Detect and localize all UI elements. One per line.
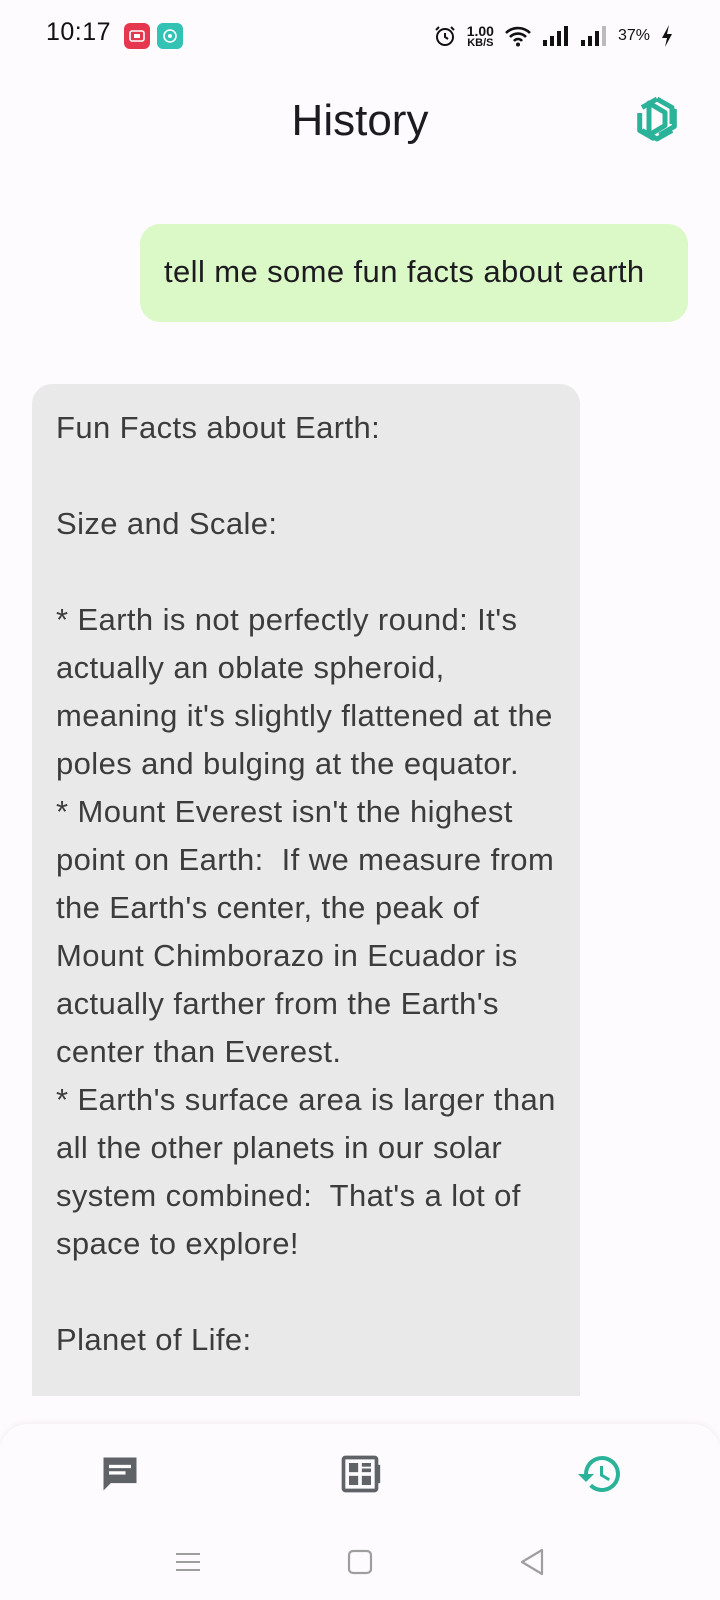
signal-icon-1	[542, 26, 568, 46]
nav-apps-button[interactable]	[330, 1444, 390, 1504]
system-home-button[interactable]	[340, 1544, 380, 1580]
wifi-icon	[505, 26, 531, 47]
alarm-icon	[435, 26, 455, 46]
system-back-button[interactable]	[512, 1544, 552, 1580]
history-icon	[578, 1456, 620, 1492]
system-recents-button[interactable]	[168, 1544, 208, 1580]
chatgpt-logo-icon[interactable]	[632, 94, 682, 144]
battery-percent: 37%	[617, 27, 650, 44]
chat-icon	[103, 1457, 137, 1491]
menu-lines-icon	[176, 1553, 200, 1571]
assistant-message-bubble: Fun Facts about Earth: Size and Scale: *…	[32, 384, 580, 1396]
system-navigation-bar	[0, 1524, 720, 1600]
app-notification-icon	[157, 23, 183, 49]
nav-history-button[interactable]	[570, 1444, 630, 1504]
signal-icon-2	[580, 26, 606, 46]
network-speed-unit: KB/S	[467, 36, 494, 49]
apps-icon	[341, 1455, 381, 1493]
chat-history[interactable]: tell me some fun facts about earth Fun F…	[0, 172, 720, 1396]
user-message-bubble: tell me some fun facts about earth	[140, 224, 688, 322]
bottom-navigation	[0, 1424, 720, 1524]
network-speed: 1.00 KB/S	[467, 24, 494, 49]
status-bar: 10:17 1.00 KB/S 37%	[0, 0, 720, 72]
back-triangle-icon	[520, 1548, 544, 1576]
page-title: History	[291, 96, 429, 145]
charging-icon	[662, 25, 672, 47]
nav-chat-button[interactable]	[90, 1444, 150, 1504]
home-square-icon	[347, 1549, 373, 1575]
app-header: History	[0, 72, 720, 172]
status-time: 10:17	[46, 18, 112, 46]
screen-record-notification-icon	[124, 23, 150, 49]
status-icons: 1.00 KB/S 37%	[433, 20, 674, 52]
network-speed-value: 1.00	[466, 22, 494, 39]
